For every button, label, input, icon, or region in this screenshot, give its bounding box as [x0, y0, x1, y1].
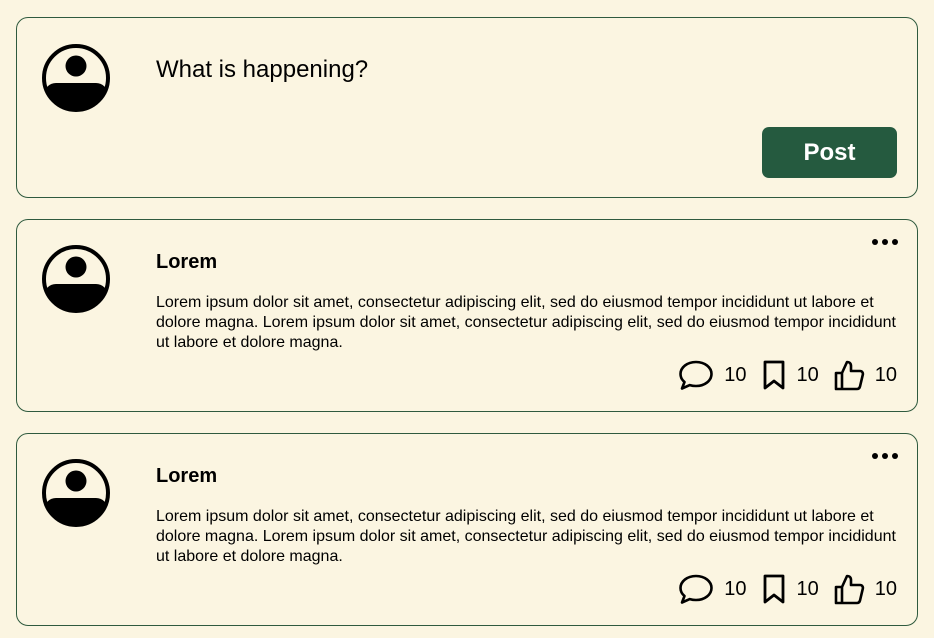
like-count: 10	[874, 577, 897, 600]
post-body: Lorem ipsum dolor sit amet, consectetur …	[156, 508, 896, 565]
post-body: Lorem ipsum dolor sit amet, consectetur …	[156, 294, 896, 351]
thumbs-up-icon	[834, 360, 864, 391]
bookmark-button[interactable]: 10	[761, 359, 819, 391]
bookmark-count: 10	[796, 577, 819, 600]
post-actions: 10 10 10	[678, 572, 897, 606]
comment-icon	[679, 360, 714, 390]
user-avatar-icon	[41, 43, 111, 113]
post-actions: 10 10 10	[678, 358, 897, 392]
post-button[interactable]: Post	[762, 127, 897, 178]
comment-count: 10	[724, 363, 747, 386]
thumbs-up-icon	[834, 574, 864, 605]
feed-post: Lorem Lorem ipsum dolor sit amet, consec…	[16, 219, 918, 412]
bookmark-icon	[763, 574, 784, 604]
user-avatar-icon	[41, 244, 111, 314]
post-composer: Post	[16, 17, 918, 198]
post-author: Lorem	[156, 465, 218, 487]
comment-button[interactable]: 10	[678, 359, 747, 391]
more-horizontal-icon[interactable]	[872, 236, 898, 248]
compose-input[interactable]	[156, 54, 756, 86]
more-horizontal-icon[interactable]	[872, 450, 898, 462]
bookmark-count: 10	[796, 363, 819, 386]
comment-icon	[679, 574, 714, 604]
comment-count: 10	[724, 577, 747, 600]
like-button[interactable]: 10	[833, 573, 897, 605]
bookmark-button[interactable]: 10	[761, 573, 819, 605]
comment-button[interactable]: 10	[678, 573, 747, 605]
user-avatar-icon	[41, 458, 111, 528]
like-count: 10	[874, 363, 897, 386]
like-button[interactable]: 10	[833, 359, 897, 391]
post-author: Lorem	[156, 251, 218, 273]
feed-post: Lorem Lorem ipsum dolor sit amet, consec…	[16, 433, 918, 626]
bookmark-icon	[763, 360, 784, 390]
